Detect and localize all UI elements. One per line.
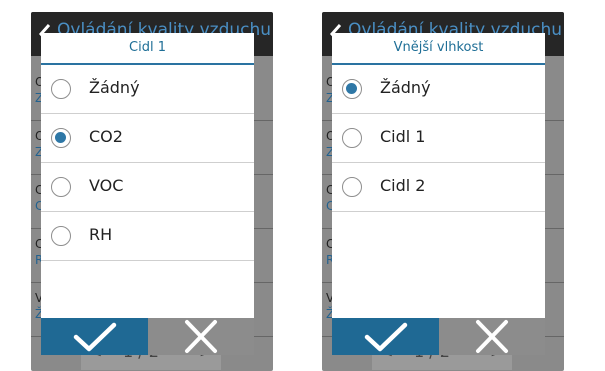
option-label: RH	[89, 225, 113, 244]
option-none[interactable]: Žádný	[332, 65, 545, 114]
option-voc[interactable]: VOC	[41, 163, 254, 212]
confirm-button[interactable]	[41, 318, 148, 355]
confirm-button[interactable]	[332, 318, 439, 355]
option-sensor-1[interactable]: Cidl 1	[332, 114, 545, 163]
option-sensor-2[interactable]: Cidl 2	[332, 163, 545, 212]
checkmark-icon	[73, 322, 117, 352]
option-label: CO2	[89, 127, 123, 146]
checkmark-icon	[364, 322, 408, 352]
humidity-select-dialog: Vnější vlhkost Žádný Cidl 1 Cidl 2	[332, 33, 545, 355]
radio-button[interactable]	[342, 177, 362, 197]
dialog-title: Vnější vlhkost	[332, 33, 545, 65]
radio-button-selected[interactable]	[342, 79, 362, 99]
cancel-button[interactable]	[148, 318, 254, 355]
radio-button[interactable]	[51, 79, 71, 99]
option-none[interactable]: Žádný	[41, 65, 254, 114]
radio-button[interactable]	[51, 226, 71, 246]
close-icon	[185, 320, 217, 353]
option-label: Žádný	[380, 78, 431, 97]
option-label: Cidl 2	[380, 176, 426, 195]
dialog-title: Cidl 1	[41, 33, 254, 65]
option-rh[interactable]: RH	[41, 212, 254, 261]
option-label: VOC	[89, 176, 124, 195]
cancel-button[interactable]	[439, 318, 545, 355]
option-label: Žádný	[89, 78, 140, 97]
option-label: Cidl 1	[380, 127, 426, 146]
sensor-select-dialog: Cidl 1 Žádný CO2 VOC RH	[41, 33, 254, 355]
radio-button-selected[interactable]	[51, 128, 71, 148]
left-screen: Ovládání kvality vzduchu Ov Za Ov Za Cid…	[31, 12, 273, 371]
right-screen: Ovládání kvality vzduchu Ov Za Ov Za Cid…	[322, 12, 564, 371]
option-co2[interactable]: CO2	[41, 114, 254, 163]
radio-button[interactable]	[51, 177, 71, 197]
close-icon	[476, 320, 508, 353]
radio-button[interactable]	[342, 128, 362, 148]
